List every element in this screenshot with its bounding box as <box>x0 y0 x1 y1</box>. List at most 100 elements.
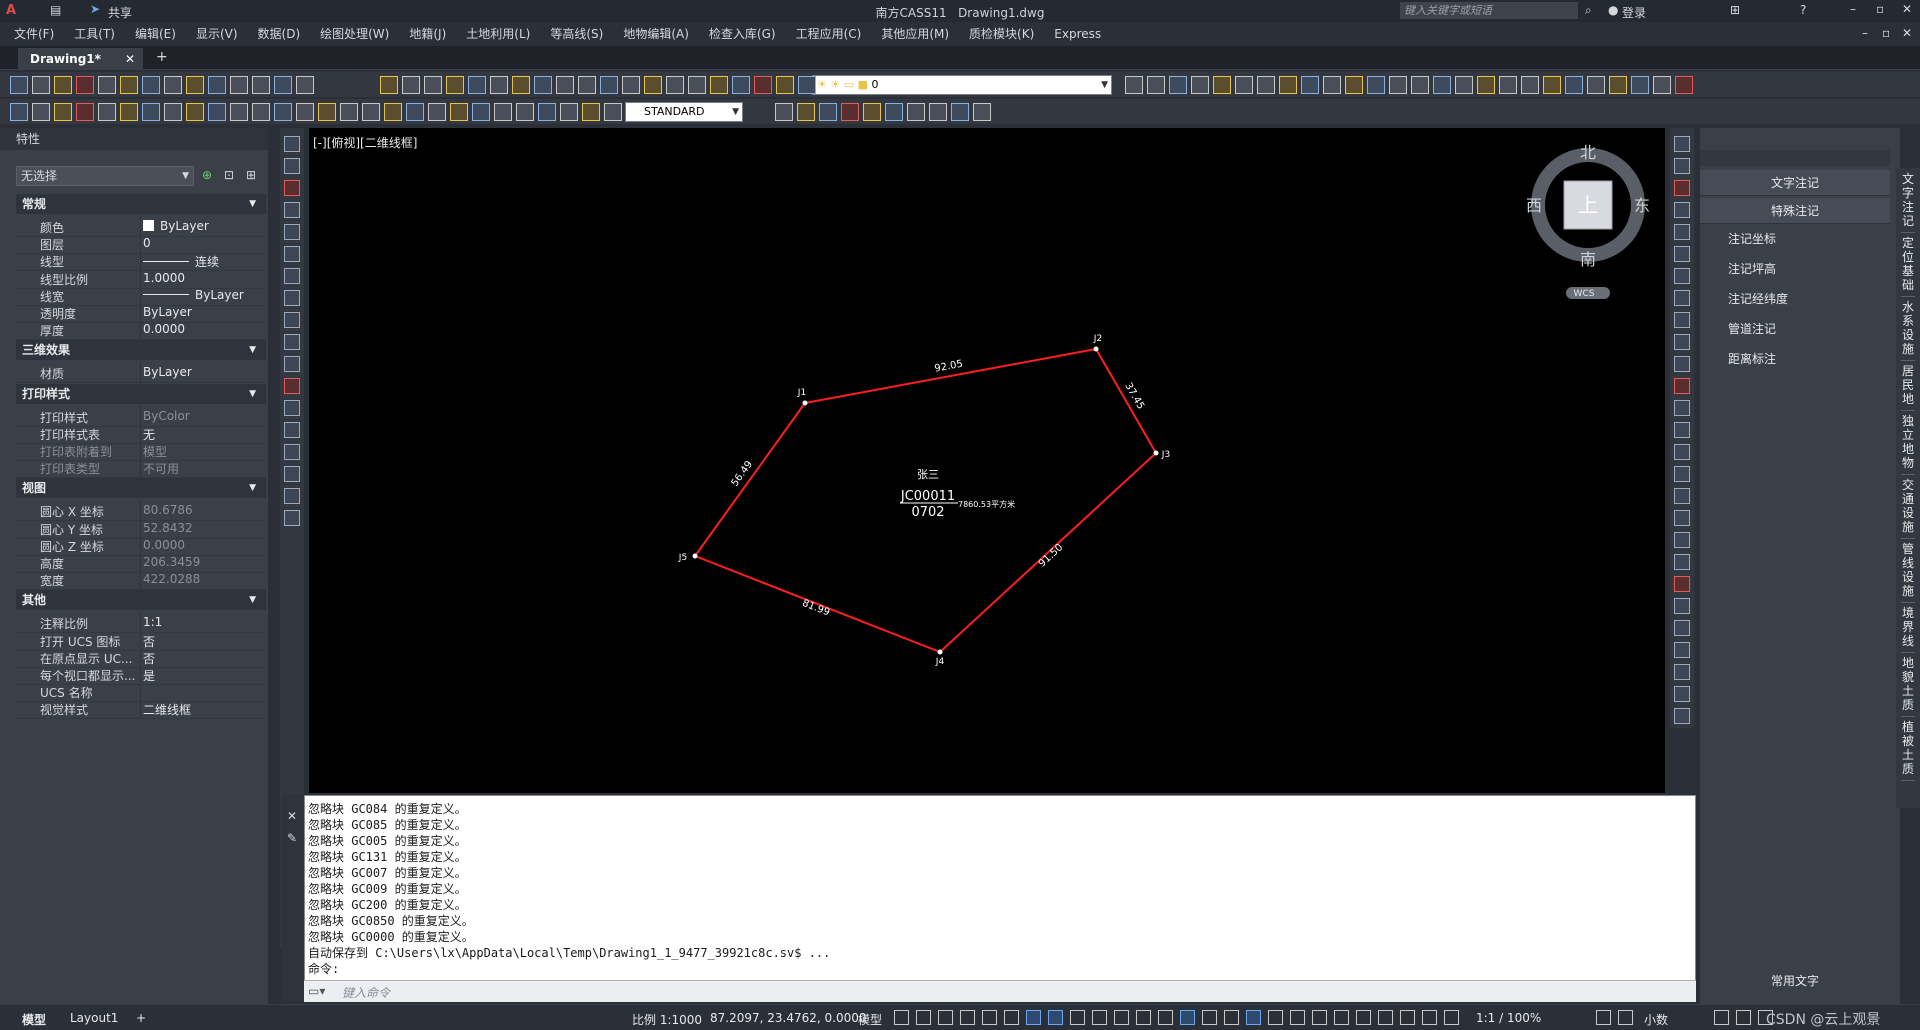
move-icon[interactable] <box>1674 246 1690 262</box>
polyline-icon[interactable] <box>775 103 793 121</box>
category-tab[interactable]: 地貌土质 <box>1901 656 1915 717</box>
category-tab[interactable]: 植被土质 <box>1901 720 1915 781</box>
polyline-icon[interactable] <box>284 444 300 460</box>
property-row[interactable]: 打印表类型 不可用 <box>16 457 266 479</box>
mirror-icon[interactable] <box>1674 598 1690 614</box>
workspace-icon[interactable] <box>1114 1010 1129 1025</box>
quick-select-icon[interactable]: ⊕ <box>202 168 212 182</box>
print-icon[interactable] <box>446 76 464 94</box>
polar-icon[interactable] <box>960 1010 975 1025</box>
rectangle-icon[interactable] <box>494 103 512 121</box>
rectangle-icon[interactable] <box>841 103 859 121</box>
menu-item[interactable]: 绘图处理(W) <box>310 22 399 46</box>
transparency-icon[interactable] <box>1312 1010 1327 1025</box>
menu-item[interactable]: 其他应用(M) <box>871 22 959 46</box>
osnap-icon[interactable] <box>982 1010 997 1025</box>
plot-preview-icon[interactable] <box>776 76 794 94</box>
move-icon[interactable] <box>1674 642 1690 658</box>
redo-icon[interactable] <box>1191 76 1209 94</box>
dimension-icon[interactable] <box>340 103 358 121</box>
annotation-item[interactable]: 距离标注 <box>1700 346 1890 372</box>
save-icon[interactable] <box>54 76 72 94</box>
pan-icon[interactable] <box>230 76 248 94</box>
undo-icon[interactable] <box>186 76 204 94</box>
erase-icon[interactable] <box>1674 158 1690 174</box>
open-icon[interactable] <box>402 76 420 94</box>
menu-item[interactable]: 土地利用(L) <box>456 22 540 46</box>
pickadd-icon[interactable]: ⊞ <box>246 168 256 182</box>
rotate-icon[interactable] <box>1674 268 1690 284</box>
category-tab[interactable]: 水系设施 <box>1901 300 1915 361</box>
ortho-icon[interactable] <box>1202 1010 1217 1025</box>
annotation-item[interactable]: 注记坪高 <box>1700 256 1890 282</box>
wrench-icon[interactable]: ✎ <box>287 831 297 845</box>
transparency-icon[interactable] <box>1048 1010 1063 1025</box>
grid-icon[interactable] <box>1422 1010 1437 1025</box>
paste-icon[interactable] <box>534 76 552 94</box>
command-input[interactable]: ▭▾ 键入命令 <box>304 980 1696 1002</box>
tool-icon[interactable] <box>384 103 402 121</box>
arc-icon[interactable] <box>797 103 815 121</box>
print-icon[interactable] <box>1367 76 1385 94</box>
draw-line-icon[interactable] <box>604 103 622 121</box>
property-section-header[interactable]: 其他 ▼ <box>16 590 266 611</box>
tab-layout1[interactable]: Layout1 <box>70 1011 118 1025</box>
menu-item[interactable]: 文件(F) <box>4 22 64 46</box>
property-row[interactable]: 宽度 422.0288 <box>16 569 266 591</box>
mirror-icon[interactable] <box>1674 202 1690 218</box>
print-icon[interactable] <box>1675 76 1693 94</box>
workspace-icon[interactable] <box>1378 1010 1393 1025</box>
arc-icon[interactable] <box>450 103 468 121</box>
category-tab[interactable]: 管线设施 <box>1901 542 1915 603</box>
minimize-icon[interactable]: – <box>1850 2 1856 16</box>
copy-icon[interactable] <box>1125 76 1143 94</box>
hatch-icon[interactable] <box>516 103 534 121</box>
grid-icon[interactable] <box>1158 1010 1173 1025</box>
menu-item[interactable]: 等高线(S) <box>540 22 613 46</box>
erase-icon[interactable] <box>1674 554 1690 570</box>
select-objects-icon[interactable]: ⊡ <box>224 168 234 182</box>
rectangle-icon[interactable] <box>98 103 116 121</box>
modify-tool-icon[interactable] <box>1674 532 1690 548</box>
new-file-icon[interactable] <box>380 76 398 94</box>
hatch-icon[interactable] <box>318 103 336 121</box>
polyline-icon[interactable] <box>973 103 991 121</box>
text-icon[interactable] <box>907 103 925 121</box>
offset-icon[interactable] <box>1674 620 1690 636</box>
selection-cycle-icon[interactable] <box>1334 1010 1349 1025</box>
draw-line-icon[interactable] <box>208 103 226 121</box>
layer-icon[interactable] <box>274 76 292 94</box>
redo-icon[interactable] <box>208 76 226 94</box>
osnap-icon[interactable] <box>1714 1010 1729 1025</box>
category-tab[interactable]: 交通设施 <box>1901 478 1915 539</box>
plot-preview-icon[interactable] <box>468 76 486 94</box>
copy-icon[interactable] <box>1674 378 1690 394</box>
dimension-icon[interactable] <box>538 103 556 121</box>
category-tab[interactable]: 文字注记 <box>1901 172 1915 233</box>
settings-icon[interactable] <box>1136 1010 1151 1025</box>
open-icon[interactable] <box>710 76 728 94</box>
draw-line-icon[interactable] <box>951 103 969 121</box>
snap-icon[interactable] <box>1180 1010 1195 1025</box>
textstyle-combo[interactable]: STANDARD ▼ <box>625 102 743 122</box>
trim-icon[interactable] <box>1674 510 1690 526</box>
doc-close-icon[interactable]: ✕ <box>1902 26 1912 40</box>
symbol-icon[interactable] <box>284 378 300 394</box>
category-tab[interactable]: 定位基础 <box>1901 236 1915 297</box>
ortho-icon[interactable] <box>938 1010 953 1025</box>
search-input[interactable]: 键入关键字或短语 <box>1400 2 1578 19</box>
point-icon[interactable] <box>284 422 300 438</box>
doc-restore-icon[interactable]: ▫ <box>1882 26 1890 40</box>
polar-icon[interactable] <box>1224 1010 1239 1025</box>
save-icon[interactable] <box>1345 76 1363 94</box>
polyline-icon[interactable] <box>32 103 50 121</box>
circle-icon[interactable] <box>819 103 837 121</box>
polyline-icon[interactable] <box>428 103 446 121</box>
settings-icon[interactable] <box>1400 1010 1415 1025</box>
open-icon[interactable] <box>1323 76 1341 94</box>
open-icon[interactable] <box>32 76 50 94</box>
ortho-icon[interactable] <box>1596 1010 1611 1025</box>
selection-cycle-icon[interactable] <box>1070 1010 1085 1025</box>
plot-preview-icon[interactable] <box>98 76 116 94</box>
property-row[interactable]: 材质 ByLayer <box>16 362 266 384</box>
